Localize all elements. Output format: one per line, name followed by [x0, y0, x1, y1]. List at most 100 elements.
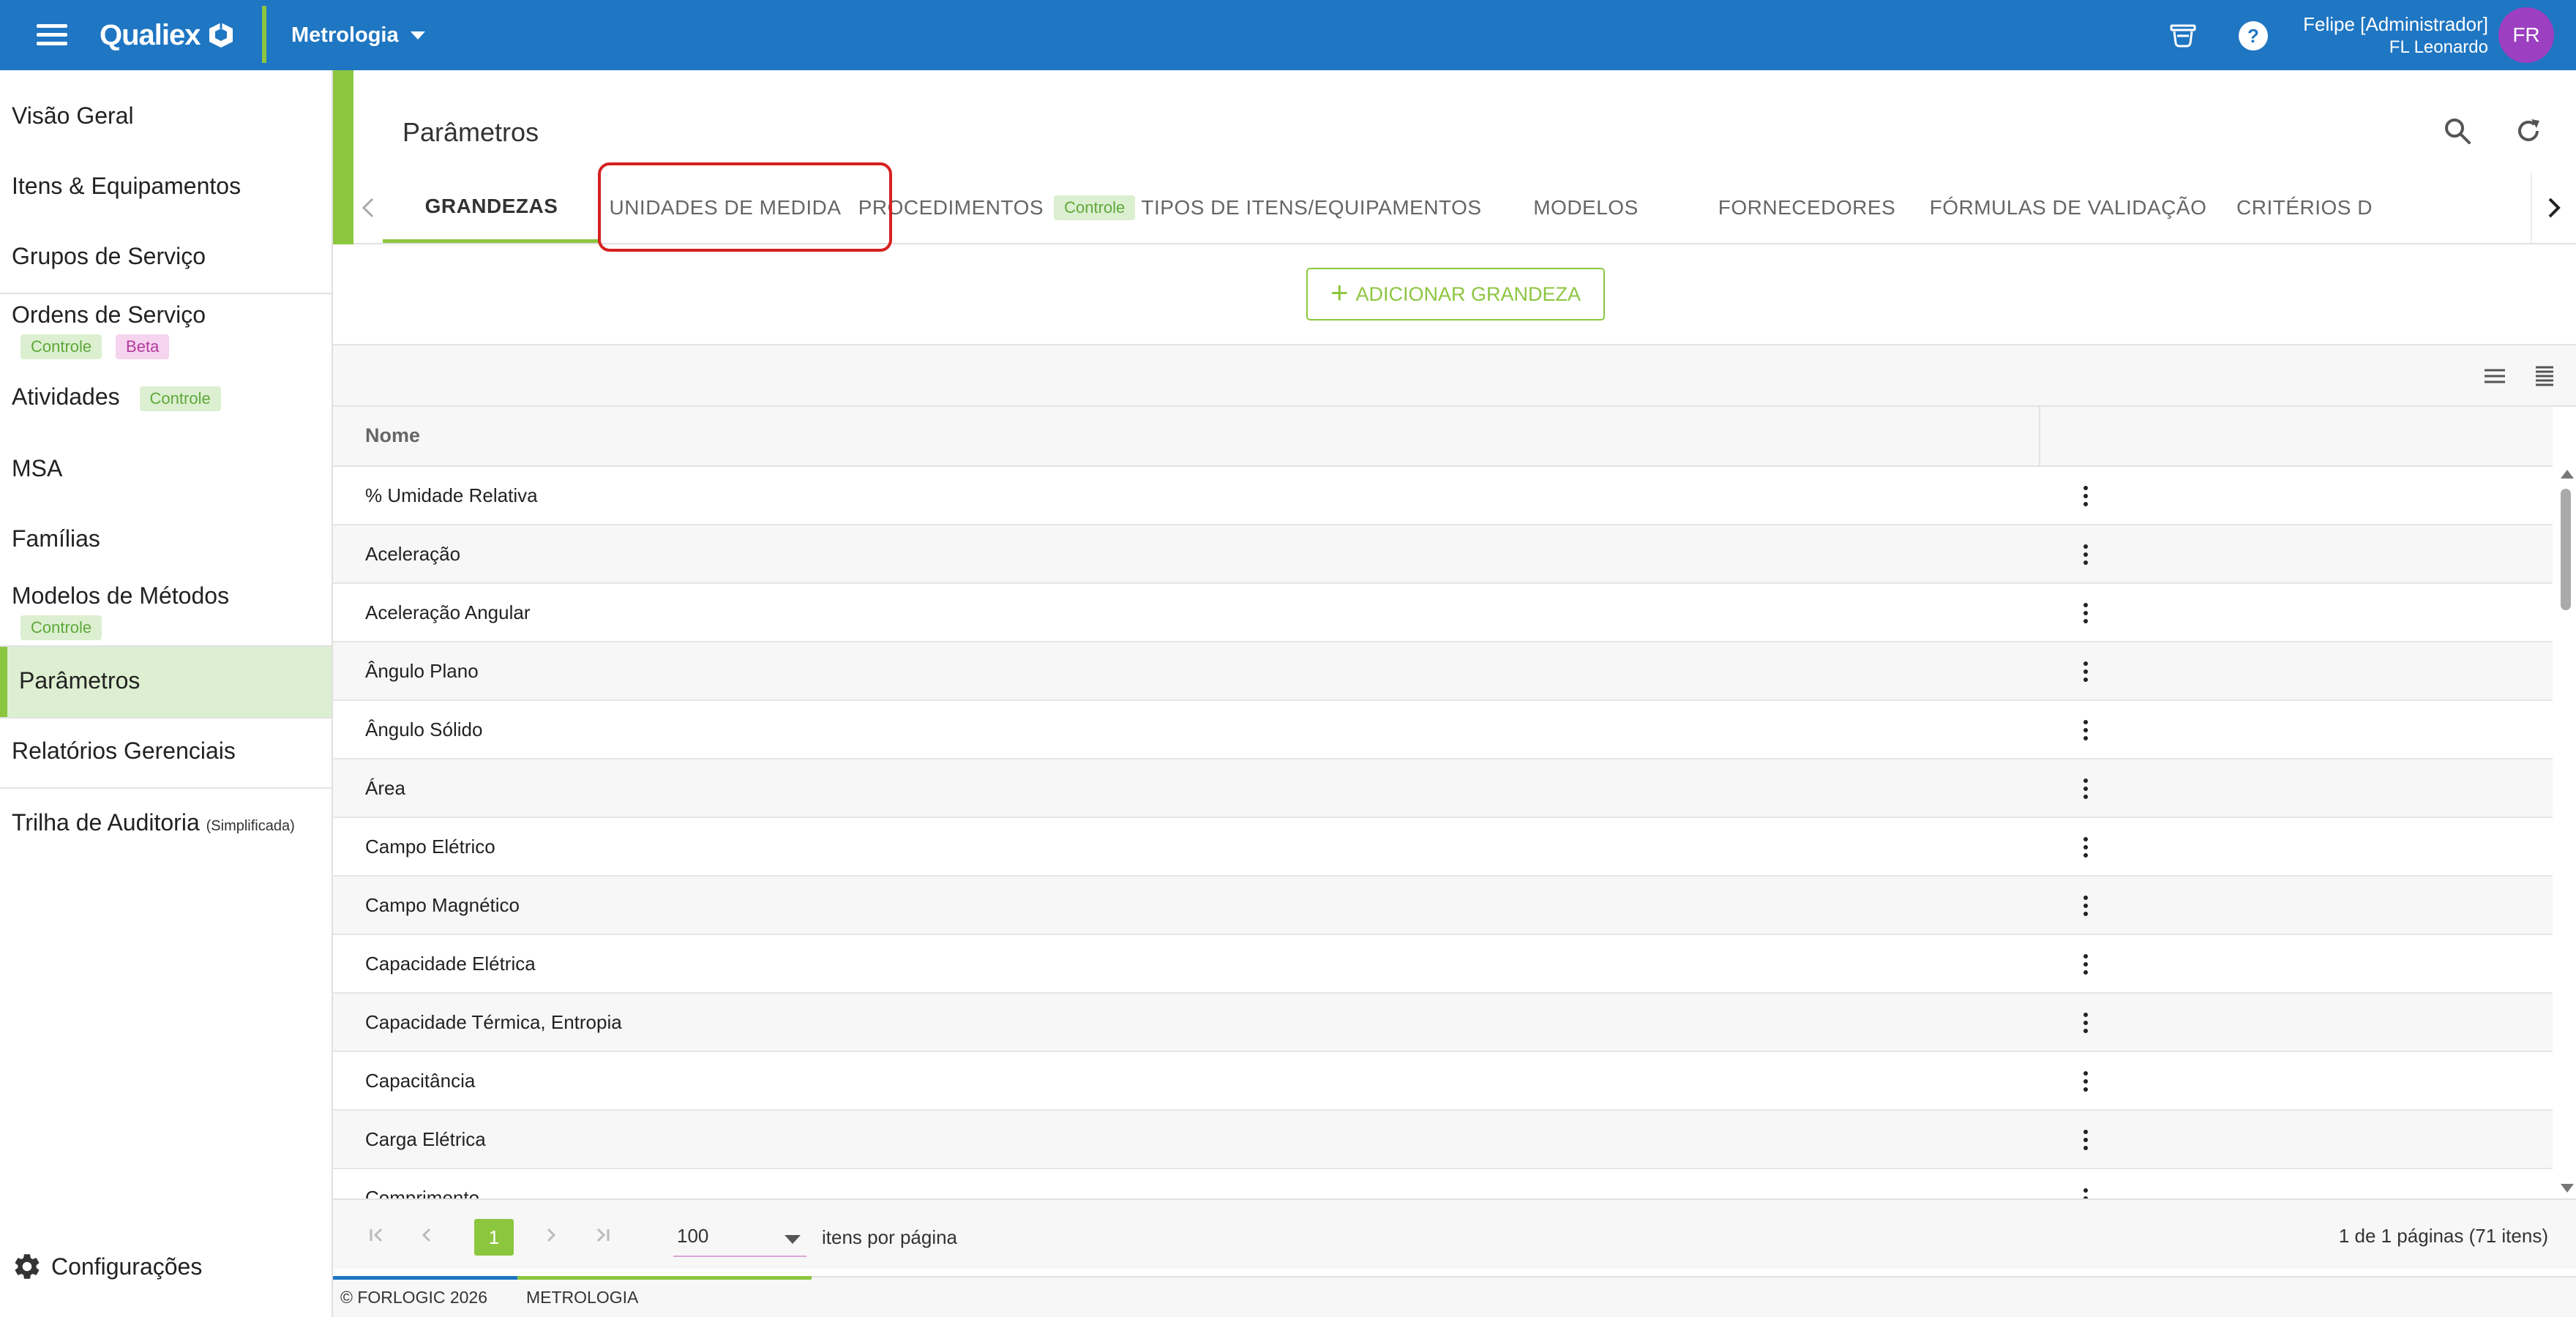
column-header-nome[interactable]: Nome	[365, 424, 420, 447]
more-vert-icon[interactable]	[2075, 657, 2097, 686]
sidebar: Visão Geral Itens & Equipamentos Grupos …	[0, 70, 333, 1317]
sidebar-divider	[0, 293, 332, 294]
tab-criterios[interactable]: CRITÉRIOS D	[2214, 173, 2531, 243]
footer-module: METROLOGIA	[526, 1288, 639, 1307]
sidebar-item-modelos-metodos[interactable]: Modelos de Métodos Controle	[0, 582, 332, 640]
column-divider	[2039, 407, 2040, 467]
first-page-icon[interactable]	[364, 1222, 390, 1248]
add-button-label: ADICIONAR GRANDEZA	[1355, 282, 1581, 305]
page-size-value: 100	[677, 1225, 709, 1247]
more-vert-icon[interactable]	[2075, 1125, 2097, 1155]
sidebar-item-label: Relatórios Gerenciais	[12, 738, 236, 764]
badge-controle: Controle	[20, 615, 102, 640]
next-page-icon[interactable]	[538, 1222, 564, 1248]
table-row[interactable]: Aceleração Angular	[333, 584, 2553, 642]
search-icon[interactable]	[2439, 113, 2476, 149]
coffee-icon[interactable]	[2166, 19, 2200, 53]
sidebar-item-relatorios[interactable]: Relatórios Gerenciais	[0, 738, 332, 765]
sidebar-item-note: (Simplificada)	[206, 818, 295, 834]
sidebar-item-msa[interactable]: MSA	[0, 455, 332, 482]
brand-logo[interactable]: Qualiex	[100, 16, 234, 54]
tab-label: UNIDADES DE MEDIDA	[609, 196, 842, 219]
cell-nome: Ângulo Plano	[365, 660, 479, 682]
prev-page-icon[interactable]	[413, 1222, 440, 1248]
tab-unidades-medida[interactable]: UNIDADES DE MEDIDA	[600, 173, 850, 243]
sidebar-item-familias[interactable]: Famílias	[0, 525, 332, 552]
tab-bar: GRANDEZAS UNIDADES DE MEDIDA PROCEDIMENT…	[353, 173, 2576, 244]
grid-toolbar	[333, 345, 2576, 407]
tab-scroll-left[interactable]	[353, 173, 383, 243]
more-vert-icon[interactable]	[2075, 1067, 2097, 1096]
table-row[interactable]: Capacidade Térmica, Entropia	[333, 994, 2553, 1052]
tab-modelos[interactable]: MODELOS	[1480, 173, 1692, 243]
table-row[interactable]: Carga Elétrica	[333, 1111, 2553, 1169]
more-vert-icon[interactable]	[2075, 716, 2097, 745]
more-vert-icon[interactable]	[2075, 599, 2097, 628]
sidebar-item-itens-equipamentos[interactable]: Itens & Equipamentos	[0, 173, 332, 200]
sidebar-item-grupos-servico[interactable]: Grupos de Serviço	[0, 243, 332, 270]
table-row[interactable]: Ângulo Plano	[333, 642, 2553, 701]
sidebar-item-configuracoes[interactable]: Configurações	[0, 1251, 332, 1282]
scroll-down-icon[interactable]	[2561, 1184, 2574, 1193]
tab-tipos-itens[interactable]: TIPOS DE ITENS/EQUIPAMENTOS	[1141, 173, 1481, 243]
refresh-icon[interactable]	[2510, 113, 2547, 149]
page-size-select[interactable]: 100	[673, 1215, 806, 1257]
pager: 1 100 itens por página 1 de 1 páginas (7…	[333, 1198, 2576, 1269]
table-row[interactable]: Ângulo Sólido	[333, 701, 2553, 759]
table-row[interactable]: Área	[333, 759, 2553, 818]
table-row[interactable]: Campo Magnético	[333, 877, 2553, 935]
more-vert-icon[interactable]	[2075, 891, 2097, 920]
footer-copyright: © FORLOGIC 2026	[340, 1288, 488, 1307]
tab-label: CRITÉRIOS D	[2236, 196, 2373, 219]
brand-name: Qualiex	[100, 18, 201, 51]
sidebar-item-ordens-servico[interactable]: Ordens de Serviço Controle Beta	[0, 301, 332, 359]
cell-nome: Área	[365, 777, 405, 799]
per-page-label: itens por página	[822, 1226, 958, 1248]
sidebar-item-parametros[interactable]: Parâmetros	[0, 647, 332, 717]
tab-formulas-validacao[interactable]: FÓRMULAS DE VALIDAÇÃO	[1922, 173, 2214, 243]
compact-view-icon[interactable]	[2482, 363, 2508, 389]
table-row[interactable]: Campo Elétrico	[333, 818, 2553, 877]
avatar[interactable]: FR	[2498, 7, 2554, 63]
current-page[interactable]: 1	[474, 1219, 514, 1256]
dense-view-icon[interactable]	[2531, 363, 2558, 389]
sidebar-item-atividades[interactable]: Atividades Controle	[0, 383, 332, 411]
add-grandeza-button[interactable]: + ADICIONAR GRANDEZA	[1306, 268, 1605, 320]
more-vert-icon[interactable]	[2075, 540, 2097, 569]
sidebar-item-label: Itens & Equipamentos	[12, 173, 242, 199]
last-page-icon[interactable]	[589, 1222, 615, 1248]
sidebar-item-trilha-auditoria[interactable]: Trilha de Auditoria (Simplificada)	[0, 809, 332, 836]
help-icon[interactable]: ?	[2236, 19, 2270, 53]
brand-cube-icon	[209, 23, 233, 48]
more-vert-icon[interactable]	[2075, 1008, 2097, 1038]
table-row[interactable]: Capacidade Elétrica	[333, 935, 2553, 994]
table-row[interactable]: Aceleração	[333, 525, 2553, 584]
menu-icon[interactable]	[37, 24, 67, 46]
chevron-down-icon	[785, 1235, 801, 1244]
more-vert-icon[interactable]	[2075, 1184, 2097, 1198]
more-vert-icon[interactable]	[2075, 481, 2097, 511]
cell-nome: Comprimento	[365, 1187, 480, 1198]
tab-scroll-right[interactable]	[2531, 173, 2576, 243]
cell-nome: Aceleração	[365, 543, 461, 565]
table-row[interactable]: Capacitância	[333, 1052, 2553, 1111]
scroll-thumb[interactable]	[2561, 489, 2571, 610]
tab-grandezas[interactable]: GRANDEZAS	[383, 173, 600, 243]
cell-nome: Campo Magnético	[365, 894, 520, 916]
tab-procedimentos[interactable]: PROCEDIMENTOS Controle	[850, 173, 1143, 243]
more-vert-icon[interactable]	[2075, 833, 2097, 862]
table-header: Nome	[333, 407, 2553, 467]
chevron-right-icon	[2548, 198, 2561, 218]
vertical-scrollbar[interactable]	[2555, 467, 2576, 1198]
table-row[interactable]: % Umidade Relativa	[333, 467, 2553, 525]
data-grid: Nome % Umidade Relativa Aceleração Acele…	[333, 344, 2576, 1283]
sidebar-item-visao-geral[interactable]: Visão Geral	[0, 102, 332, 130]
module-selector[interactable]: Metrologia	[291, 19, 425, 51]
tab-fornecedores[interactable]: FORNECEDORES	[1692, 173, 1922, 243]
badge-controle: Controle	[20, 334, 102, 359]
table-row[interactable]: Comprimento	[333, 1169, 2553, 1198]
more-vert-icon[interactable]	[2075, 950, 2097, 979]
user-info[interactable]: Felipe [Administrador] FL Leonardo	[2303, 13, 2488, 58]
scroll-up-icon[interactable]	[2561, 470, 2574, 479]
more-vert-icon[interactable]	[2075, 774, 2097, 803]
